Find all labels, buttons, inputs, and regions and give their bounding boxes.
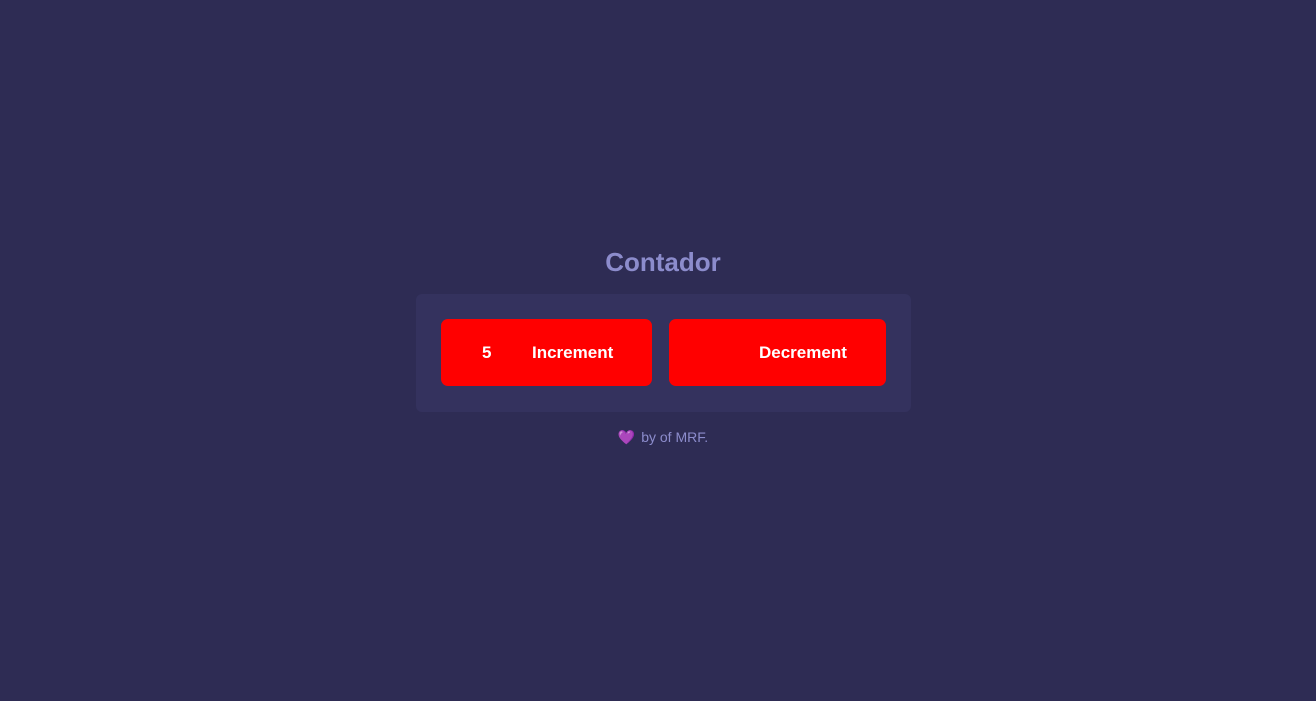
- page-title: Contador: [605, 247, 721, 277]
- counter-value: 5: [482, 343, 492, 362]
- increment-label: Increment: [532, 343, 614, 362]
- decrement-label: Decrement: [759, 343, 847, 362]
- page: Contador 5 Increment Decrement 💜 by of M…: [0, 0, 1316, 701]
- increment-button[interactable]: 5 Increment: [441, 319, 652, 386]
- counter-panel: 5 Increment Decrement: [416, 294, 911, 412]
- decrement-button[interactable]: Decrement: [669, 319, 886, 386]
- footer: 💜 by of MRF.: [0, 428, 1316, 446]
- heart-icon: 💜: [617, 429, 636, 445]
- footer-text: by of MRF.: [641, 429, 709, 445]
